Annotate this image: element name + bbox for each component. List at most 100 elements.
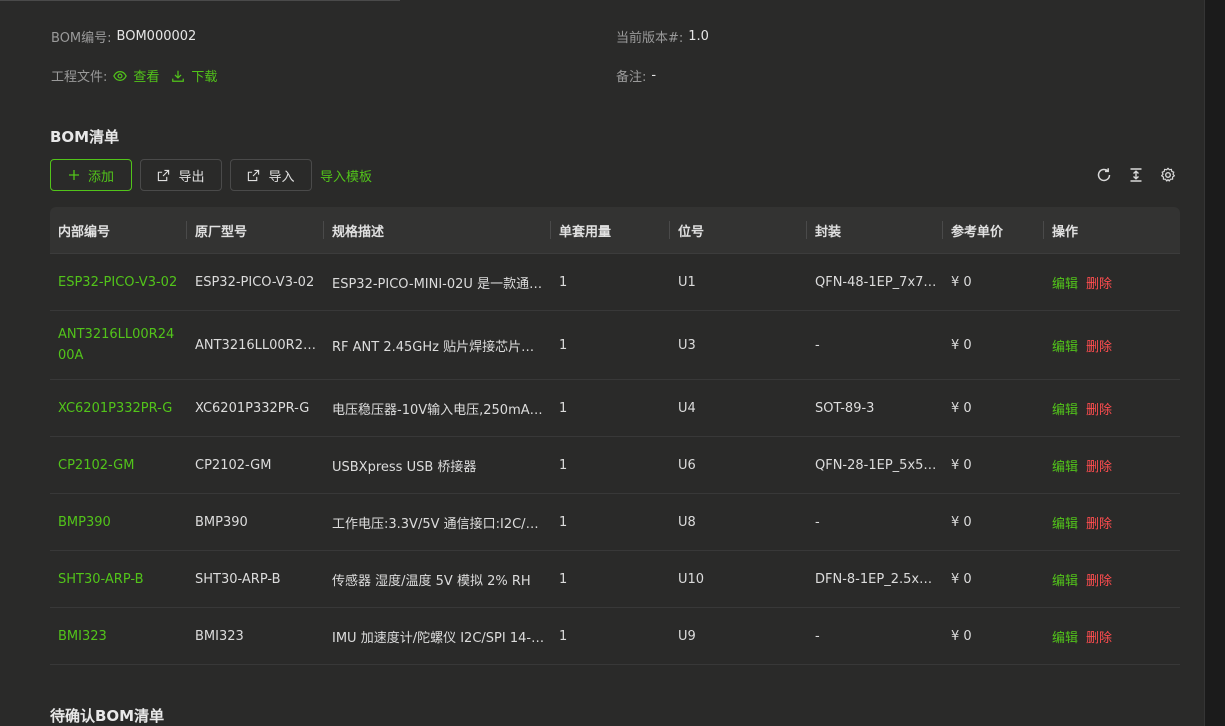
col-header-package[interactable]: 封装 [807,207,943,253]
col-header-internal-code[interactable]: 内部编号 [50,207,187,253]
delete-button[interactable]: 删除 [1086,627,1112,646]
project-file-label: 工程文件: [51,70,108,85]
cell-position: U4 [678,400,696,416]
table-row: ANT3216LL00R2400A ANT3216LL00R2400A RF A… [50,311,1180,380]
remark-value: - [651,68,657,83]
cell-actions: 编辑 删除 [1044,456,1180,475]
cell-model: ANT3216LL00R2400A [195,337,324,353]
remark-field: 备注: - [616,66,656,85]
cell-actions: 编辑 删除 [1044,336,1180,355]
cell-price: ¥ 0 [951,400,972,416]
cell-actions: 编辑 删除 [1044,399,1180,418]
cell-package: DFN-8-1EP_2.5x2.5mm [815,571,943,587]
edit-button[interactable]: 编辑 [1052,627,1078,646]
delete-button[interactable]: 删除 [1086,570,1112,589]
delete-button[interactable]: 删除 [1086,456,1112,475]
view-file-label: 查看 [133,70,160,85]
download-file-label: 下载 [191,70,218,85]
edit-button[interactable]: 编辑 [1052,456,1078,475]
table-row: SHT30-ARP-B SHT30-ARP-B 传感器 湿度/温度 5V 模拟 … [50,551,1180,608]
col-header-position[interactable]: 位号 [670,207,807,253]
import-icon [248,169,260,181]
col-header-description[interactable]: 规格描述 [324,207,551,253]
project-file-field: 工程文件: 查看 下载 [51,66,217,85]
cell-actions: 编辑 删除 [1044,627,1180,646]
cell-internal-code[interactable]: ANT3216LL00R2400A [50,324,187,366]
table-row: ESP32-PICO-V3-02 ESP32-PICO-V3-02 ESP32-… [50,254,1180,311]
cell-actions: 编辑 删除 [1044,273,1180,292]
cell-model: XC6201P332PR-G [195,400,310,416]
cell-position: U3 [678,337,696,353]
cell-package: QFN-48-1EP_7x7mm [815,274,943,290]
cell-description: 工作电压:3.3V/5V 通信接口:I2C/SPI [332,516,546,532]
cell-actions: 编辑 删除 [1044,570,1180,589]
edit-button[interactable]: 编辑 [1052,399,1078,418]
export-button-label: 导出 [178,169,205,185]
edit-button[interactable]: 编辑 [1052,336,1078,355]
import-button-label: 导入 [268,169,295,185]
col-header-price[interactable]: 参考单价 [943,207,1044,253]
cell-model: ESP32-PICO-V3-02 [195,274,315,290]
cell-actions: 编辑 删除 [1044,513,1180,532]
col-header-quantity[interactable]: 单套用量 [551,207,670,253]
edit-button[interactable]: 编辑 [1052,513,1078,532]
cell-position: U1 [678,274,696,290]
col-header-actions: 操作 [1052,224,1079,240]
cell-internal-code[interactable]: BMI323 [50,626,187,647]
export-button[interactable]: 导出 [140,159,222,191]
edit-button[interactable]: 编辑 [1052,570,1078,589]
gear-icon[interactable] [1158,165,1178,185]
cell-package: QFN-28-1EP_5x5mm [815,457,943,473]
cell-description: 电压稳压器-10V输入电压,250mA输出电流 [332,402,551,418]
cell-internal-code[interactable]: XC6201P332PR-G [50,398,187,419]
cell-price: ¥ 0 [951,337,972,353]
bom-table: 内部编号 原厂型号 规格描述 单套用量 位号 封装 参考单价 操作 ESP32-… [50,207,1180,665]
table-row: XC6201P332PR-G XC6201P332PR-G 电压稳压器-10V输… [50,380,1180,437]
col-header-model[interactable]: 原厂型号 [187,207,324,253]
cell-price: ¥ 0 [951,457,972,473]
cell-price: ¥ 0 [951,274,972,290]
cell-position: U8 [678,514,696,530]
bom-number-label: BOM编号: [51,31,112,46]
import-button[interactable]: 导入 [230,159,312,191]
version-value: 1.0 [688,29,709,44]
remark-label: 备注: [616,70,647,85]
cell-package: SOT-89-3 [815,400,875,416]
export-icon [158,169,170,181]
cell-package: - [815,514,820,530]
delete-button[interactable]: 删除 [1086,336,1112,355]
cell-model: SHT30-ARP-B [195,571,281,587]
table-row: CP2102-GM CP2102-GM USBXpress USB 桥接器 1 … [50,437,1180,494]
delete-button[interactable]: 删除 [1086,513,1112,532]
cell-description: IMU 加速度计/陀螺仪 I2C/SPI 14-LGA [332,630,551,646]
cell-internal-code[interactable]: CP2102-GM [50,455,187,476]
delete-button[interactable]: 删除 [1086,273,1112,292]
cell-price: ¥ 0 [951,571,972,587]
cell-internal-code[interactable]: ESP32-PICO-V3-02 [50,272,187,293]
plus-icon [68,170,79,180]
column-height-icon[interactable] [1126,165,1146,185]
add-button-label: 添加 [87,169,114,185]
cell-quantity: 1 [559,274,568,290]
add-button[interactable]: 添加 [50,159,132,191]
cell-price: ¥ 0 [951,628,972,644]
edit-button[interactable]: 编辑 [1052,273,1078,292]
cell-quantity: 1 [559,400,568,416]
cell-model: BMI323 [195,628,244,644]
pending-bom-section-title: 待确认BOM清单 [50,707,165,725]
download-file-link[interactable]: 下载 [171,66,217,85]
cell-description: USBXpress USB 桥接器 [332,459,477,475]
eye-icon [113,70,128,81]
cell-internal-code[interactable]: BMP390 [50,512,187,533]
cell-internal-code[interactable]: SHT30-ARP-B [50,569,187,590]
delete-button[interactable]: 删除 [1086,399,1112,418]
import-template-link[interactable]: 导入模板 [320,166,372,185]
download-icon [172,70,185,82]
table-row: BMP390 BMP390 工作电压:3.3V/5V 通信接口:I2C/SPI … [50,494,1180,551]
cell-position: U9 [678,628,696,644]
cell-quantity: 1 [559,514,568,530]
view-file-link[interactable]: 查看 [113,66,159,85]
refresh-icon[interactable] [1094,165,1114,185]
cell-package: - [815,628,820,644]
bom-detail-panel: BOM编号: BOM000002 当前版本#: 1.0 工程文件: 查看 下载 … [0,0,1205,726]
